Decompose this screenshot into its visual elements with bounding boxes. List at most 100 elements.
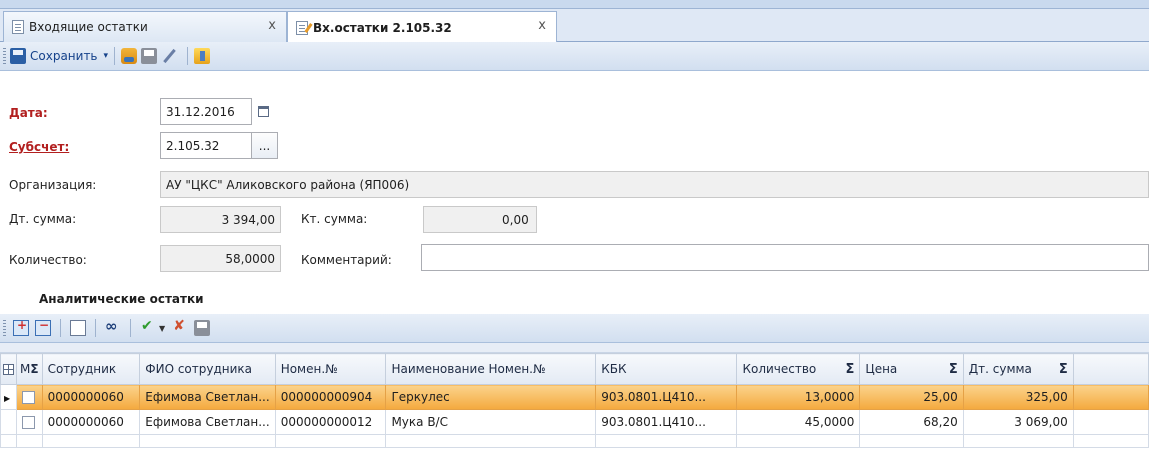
column-header-debit-sum[interactable]: Дт. сумма Σ <box>962 353 1074 385</box>
grid-toolbar: ▼ <box>0 314 1149 343</box>
users-icon[interactable] <box>121 48 138 64</box>
cell-employee[interactable]: 0000000060 <box>41 384 141 410</box>
subaccount-link[interactable]: Субсчет: <box>9 140 69 154</box>
empty-cell <box>736 434 861 448</box>
cell-price[interactable]: 25,00 <box>859 384 964 410</box>
toolbar-separator <box>130 319 131 337</box>
cell-debit-sum[interactable]: 325,00 <box>962 384 1074 410</box>
organization-field: АУ "ЦКС" Аликовского района (ЯП006) <box>160 171 1149 198</box>
column-chooser-button[interactable] <box>0 353 17 385</box>
chevron-down-icon[interactable]: ▼ <box>159 324 165 333</box>
grid-scroll-strip[interactable] <box>0 343 1149 353</box>
debit-sum-field: 3 394,00 <box>160 206 281 233</box>
empty-cell <box>385 434 597 448</box>
exit-icon[interactable] <box>194 48 211 64</box>
sigma-icon: Σ <box>845 361 855 377</box>
cell-extra <box>1072 384 1149 410</box>
calendar-icon <box>258 106 269 117</box>
date-field[interactable]: 31.12.2016 <box>160 98 252 125</box>
comment-label: Комментарий: <box>301 253 392 267</box>
toolbar-separator <box>60 319 61 337</box>
comment-field[interactable] <box>421 244 1149 271</box>
cell-nomen-no[interactable]: 000000000012 <box>274 409 387 435</box>
cell-price[interactable]: 68,20 <box>859 409 964 435</box>
subaccount-lookup-button[interactable]: ... <box>251 132 278 159</box>
empty-cell <box>41 434 141 448</box>
window-top-strip <box>0 0 1149 9</box>
toolbar-grip[interactable] <box>3 319 6 337</box>
check-all-icon[interactable] <box>140 318 156 336</box>
tab-close-button[interactable]: x <box>268 18 276 33</box>
column-header-price[interactable]: Цена Σ <box>859 353 964 385</box>
cell-fio[interactable]: Ефимова Светлан... <box>139 409 276 435</box>
main-toolbar: Сохранить ▾ <box>0 42 1149 71</box>
subaccount-field[interactable]: 2.105.32 <box>160 132 252 159</box>
print-icon[interactable] <box>194 320 211 336</box>
print-icon[interactable] <box>141 48 158 64</box>
organization-label: Организация: <box>9 178 97 192</box>
row-checkbox[interactable] <box>22 416 35 429</box>
cell-nomen-name[interactable]: Мука В/С <box>385 409 597 435</box>
table-row[interactable]: 0000000060 Ефимова Светлан... 0000000000… <box>0 409 1149 435</box>
tab-label: Вх.остатки 2.105.32 <box>313 20 452 35</box>
empty-cell <box>1072 434 1149 448</box>
column-header-fio[interactable]: ФИО сотрудника <box>139 353 276 385</box>
cell-quantity[interactable]: 45,0000 <box>736 409 861 435</box>
row-checkbox[interactable] <box>22 391 35 404</box>
mark-cell[interactable] <box>16 409 43 435</box>
tab-incoming-balance-2-105-32[interactable]: Вх.остатки 2.105.32 x <box>287 11 557 43</box>
empty-cell <box>859 434 964 448</box>
row-indicator: ▶ <box>0 384 17 410</box>
toolbar-separator <box>187 47 189 65</box>
uncheck-all-icon[interactable] <box>172 318 188 336</box>
delete-row-icon[interactable] <box>35 318 51 336</box>
cell-debit-sum[interactable]: 3 069,00 <box>962 409 1074 435</box>
table-row-empty[interactable] <box>0 434 1149 448</box>
document-icon <box>12 20 24 34</box>
column-header-extra <box>1072 353 1149 385</box>
tab-close-button[interactable]: x <box>538 18 546 33</box>
column-header-kbk[interactable]: КБК <box>595 353 738 385</box>
add-row-icon[interactable] <box>13 318 29 336</box>
save-button[interactable]: Сохранить ▾ <box>10 48 108 64</box>
empty-cell <box>274 434 387 448</box>
calendar-button[interactable] <box>250 98 277 125</box>
tab-incoming-balances[interactable]: Входящие остатки x <box>3 11 287 42</box>
empty-cell <box>16 434 43 448</box>
save-label: Сохранить <box>30 49 98 63</box>
column-header-employee[interactable]: Сотрудник <box>41 353 141 385</box>
mark-cell[interactable] <box>16 384 43 410</box>
sigma-icon: Σ <box>1058 361 1068 377</box>
column-header-nomen-no[interactable]: Номен.№ <box>274 353 387 385</box>
sign-icon[interactable] <box>161 48 177 64</box>
copy-icon[interactable] <box>70 320 86 336</box>
empty-cell <box>962 434 1074 448</box>
column-header-quantity[interactable]: Количество Σ <box>736 353 861 385</box>
toolbar-separator <box>95 319 96 337</box>
tab-bar: Входящие остатки x Вх.остатки 2.105.32 x <box>0 9 1149 43</box>
empty-cell <box>139 434 276 448</box>
cell-fio[interactable]: Ефимова Светлан... <box>139 384 276 410</box>
toolbar-grip[interactable] <box>3 47 6 65</box>
column-header-nomen-name[interactable]: Наименование Номен.№ <box>385 353 597 385</box>
chevron-down-icon[interactable]: ▾ <box>104 51 109 61</box>
find-icon[interactable] <box>105 317 121 336</box>
credit-sum-label: Кт. сумма: <box>301 212 368 226</box>
toolbar-separator <box>114 47 116 65</box>
analytics-grid: МΣ Сотрудник ФИО сотрудника Номен.№ Наим… <box>0 353 1149 448</box>
cell-nomen-name[interactable]: Геркулес <box>385 384 597 410</box>
tab-label: Входящие остатки <box>29 20 148 34</box>
column-header-mark[interactable]: МΣ <box>16 353 43 385</box>
table-row[interactable]: ▶ 0000000060 Ефимова Светлан... 00000000… <box>0 384 1149 410</box>
date-label: Дата: <box>9 106 48 120</box>
debit-sum-label: Дт. сумма: <box>9 212 77 226</box>
cell-quantity[interactable]: 13,0000 <box>736 384 861 410</box>
grid-icon <box>3 364 14 375</box>
row-indicator <box>0 409 17 435</box>
cell-extra <box>1072 409 1149 435</box>
cell-kbk[interactable]: 903.0801.Ц410... <box>595 409 738 435</box>
cell-nomen-no[interactable]: 000000000904 <box>274 384 387 410</box>
analytics-section-title: Аналитические остатки <box>39 292 204 306</box>
cell-employee[interactable]: 0000000060 <box>41 409 141 435</box>
cell-kbk[interactable]: 903.0801.Ц410... <box>595 384 738 410</box>
